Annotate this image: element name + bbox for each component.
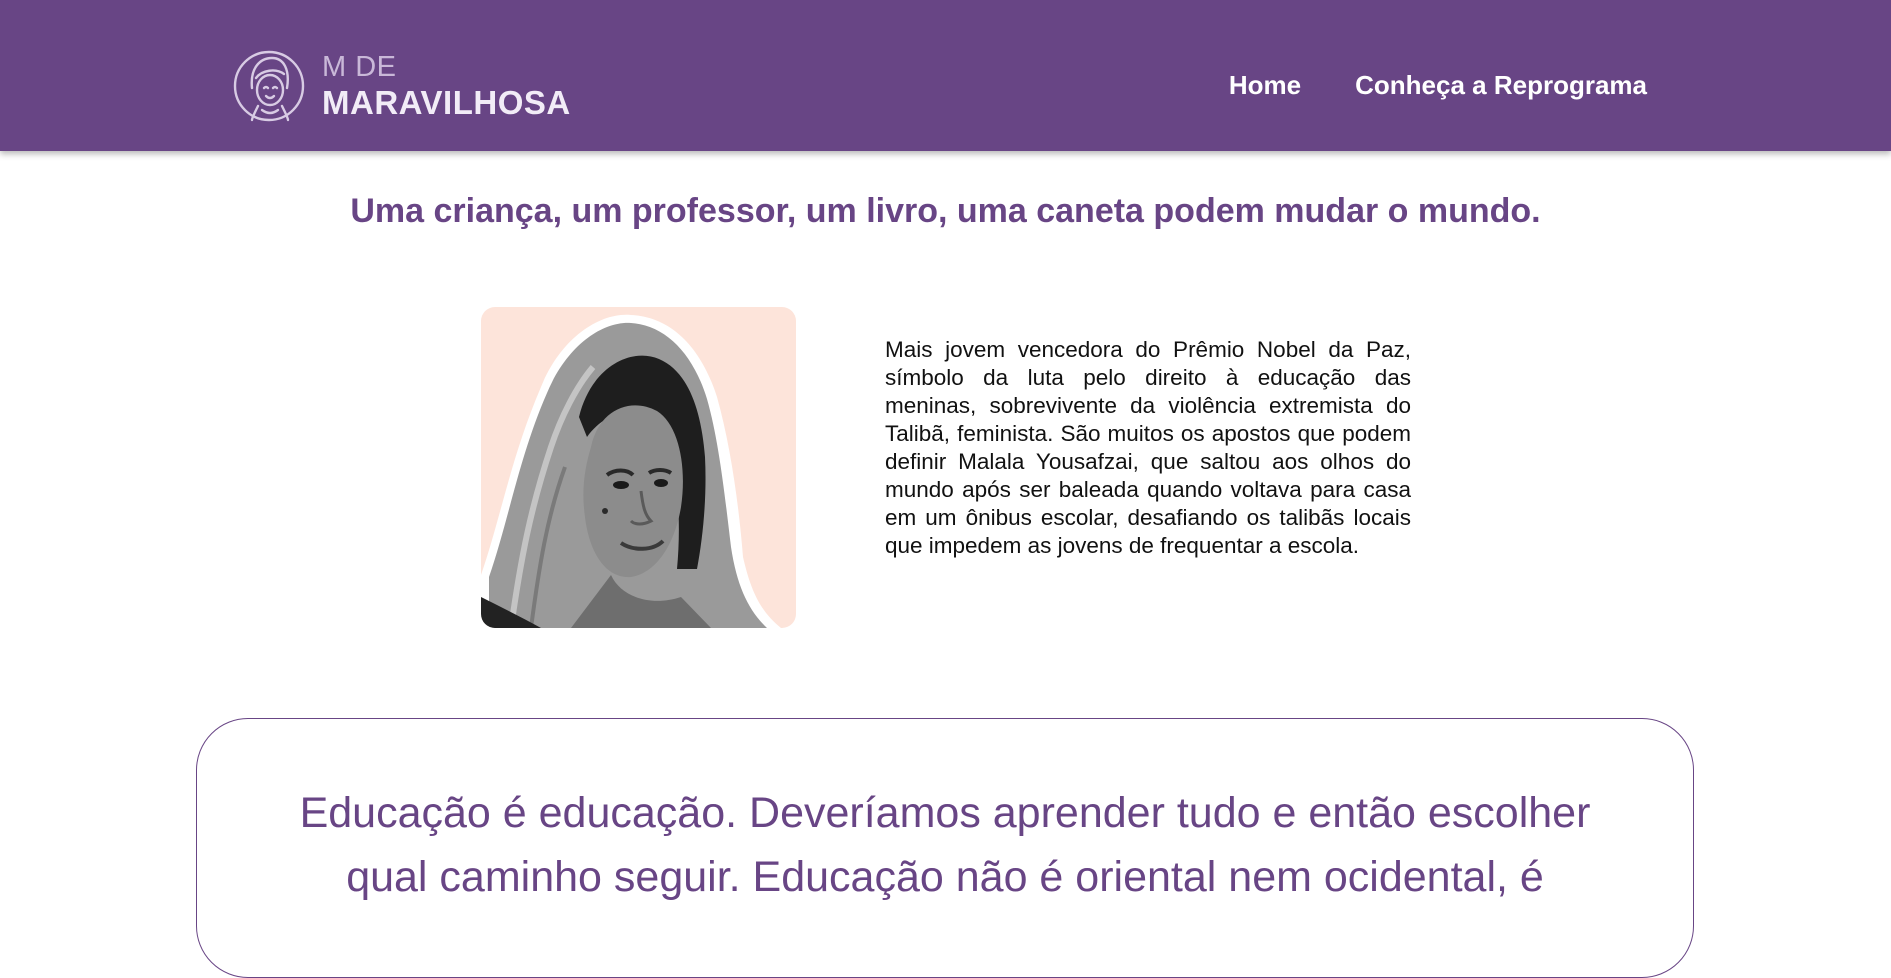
site-header: M DE MARAVILHOSA Home Conheça a Reprogra… [0,0,1891,151]
nav-link-home[interactable]: Home [1229,70,1301,101]
woman-face-logo-icon [233,50,305,122]
logo-wordmark: M DE MARAVILHOSA [322,51,571,121]
logo-line-1: M DE [322,51,397,83]
logo-line-2: MARAVILHOSA [322,84,571,121]
malala-portrait-photo [481,307,796,628]
page-headline: Uma criança, um professor, um livro, uma… [350,192,1541,230]
portrait-illustration [481,314,781,628]
nav-link-conheca-reprograma[interactable]: Conheça a Reprograma [1355,70,1647,101]
malala-bio-text: Mais jovem vencedora do Prêmio Nobel da … [885,337,1411,558]
quote-text: Educação é educação. Deveríamos aprender… [299,789,1591,901]
main-nav: Home Conheça a Reprograma [1229,70,1647,101]
site-logo[interactable]: M DE MARAVILHOSA [232,44,571,128]
